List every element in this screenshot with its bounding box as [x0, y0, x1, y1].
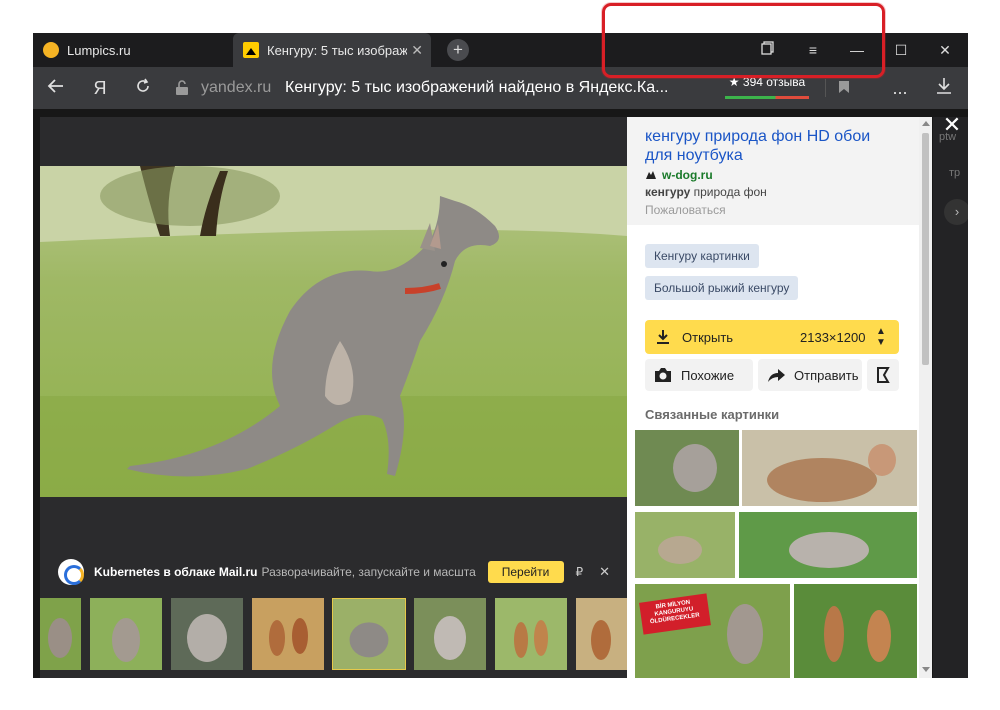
- scroll-down-arrow-icon[interactable]: [922, 667, 930, 672]
- panel-scrollbar[interactable]: [919, 117, 932, 678]
- maximize-button[interactable]: ☐: [889, 39, 913, 61]
- share-label: Отправить: [794, 368, 859, 383]
- related-images-grid: BİR MİLYON KANGURUYU ÖLDÜRECEKLER: [635, 430, 919, 678]
- download-icon[interactable]: [932, 77, 956, 99]
- result-source-domain: w-dog.ru: [662, 168, 713, 182]
- background-page-edge: ptw тр ›: [933, 117, 968, 678]
- related-image[interactable]: [742, 430, 917, 506]
- size-caret-icon[interactable]: ▲ ▼: [876, 326, 886, 348]
- related-image[interactable]: [739, 512, 917, 578]
- thumbnail[interactable]: [171, 598, 243, 670]
- reviews-badge[interactable]: ★ 394 отзыва: [725, 75, 809, 99]
- ad-currency: ₽: [575, 565, 584, 579]
- similar-images-button[interactable]: Похожие: [645, 359, 753, 391]
- reviews-text: ★ 394 отзыва: [728, 75, 806, 89]
- report-link[interactable]: Пожаловаться: [645, 203, 726, 217]
- page-content: Kubernetes в облаке Mail.ru Разворачивай…: [33, 109, 968, 678]
- tag-kangaroo-pictures[interactable]: Кенгуру картинки: [645, 244, 759, 268]
- thumbnail[interactable]: [576, 598, 627, 670]
- ad-title[interactable]: Kubernetes в облаке Mail.ru: [94, 565, 258, 579]
- related-image[interactable]: [794, 584, 917, 678]
- new-tab-button[interactable]: +: [447, 39, 469, 61]
- tab-lumpics[interactable]: Lumpics.ru: [33, 33, 233, 67]
- thumbnail[interactable]: [252, 598, 324, 670]
- snippet-bold: кенгуру: [645, 185, 691, 199]
- collection-bookmark-icon: [877, 367, 890, 383]
- result-source-link[interactable]: w-dog.ru: [645, 168, 713, 182]
- thumbnail[interactable]: [90, 598, 162, 670]
- browser-window: Lumpics.ru Кенгуру: 5 тыс изображ ✕ + ≡ …: [33, 33, 968, 678]
- kangaroo-main-image[interactable]: [40, 166, 627, 497]
- thumbnail[interactable]: [495, 598, 567, 670]
- source-result: кенгуру природа фон HD обои для ноутбука…: [627, 117, 919, 225]
- tab-yandex-images[interactable]: Кенгуру: 5 тыс изображ ✕: [233, 33, 431, 67]
- related-image[interactable]: [635, 430, 739, 506]
- thumbnail[interactable]: [414, 598, 486, 670]
- tab-strip: Lumpics.ru Кенгуру: 5 тыс изображ ✕ + ≡ …: [33, 33, 968, 67]
- thumbnail[interactable]: [40, 598, 81, 670]
- minimize-button[interactable]: —: [845, 39, 869, 61]
- similar-label: Похожие: [681, 368, 735, 383]
- yandex-button[interactable]: Я: [88, 77, 112, 99]
- images-favicon-icon: [243, 42, 259, 58]
- chevron-right-icon[interactable]: ›: [944, 199, 968, 225]
- lock-icon[interactable]: [175, 80, 189, 96]
- address-bar: Я yandex.ru Кенгуру: 5 тыс изображений н…: [33, 67, 968, 109]
- tab-title: Lumpics.ru: [67, 42, 131, 58]
- share-button[interactable]: Отправить: [758, 359, 862, 391]
- bookmark-icon[interactable]: [832, 77, 856, 99]
- ad-banner: Kubernetes в облаке Mail.ru Разворачивай…: [58, 557, 618, 587]
- close-viewer-icon[interactable]: ✕: [941, 114, 963, 136]
- related-image-banner[interactable]: [635, 584, 790, 678]
- behind-text: тр: [949, 167, 961, 179]
- tab-close-icon[interactable]: ✕: [411, 42, 423, 58]
- ad-close-button[interactable]: ✕: [599, 564, 610, 580]
- ad-text: Разворачивайте, запускайте и масштабируй…: [261, 565, 476, 579]
- image-size: 2133×1200: [800, 330, 866, 345]
- ad-go-button[interactable]: Перейти: [487, 561, 564, 583]
- image-viewer: Kubernetes в облаке Mail.ru Разворачивай…: [40, 117, 627, 678]
- camera-icon: [655, 368, 671, 382]
- result-title-link[interactable]: кенгуру природа фон HD обои для ноутбука: [645, 127, 895, 165]
- open-label: Открыть: [682, 330, 734, 345]
- related-image[interactable]: [635, 512, 735, 578]
- image-info-panel: кенгуру природа фон HD обои для ноутбука…: [627, 117, 932, 678]
- address-page-title[interactable]: Кенгуру: 5 тыс изображений найдено в Янд…: [285, 79, 675, 97]
- tag-red-kangaroo[interactable]: Большой рыжий кенгуру: [645, 276, 799, 300]
- tab-title: Кенгуру: 5 тыс изображ: [267, 42, 407, 58]
- more-button[interactable]: ...: [888, 77, 912, 99]
- snippet-text: природа фон: [690, 185, 767, 199]
- download-icon: [657, 330, 669, 344]
- scroll-up-arrow-icon[interactable]: [922, 121, 930, 126]
- menu-button[interactable]: ≡: [801, 39, 825, 61]
- scrollbar-thumb[interactable]: [922, 133, 929, 365]
- open-image-button[interactable]: Открыть 2133×1200 ▲ ▼: [645, 320, 899, 354]
- close-window-button[interactable]: ✕: [933, 39, 957, 61]
- divider: [825, 79, 826, 97]
- collections-icon[interactable]: [756, 39, 780, 61]
- share-arrow-icon: [768, 369, 785, 382]
- related-images-title: Связанные картинки: [645, 407, 780, 422]
- rating-bar: [725, 96, 809, 99]
- collections-button[interactable]: [867, 359, 899, 391]
- mailru-cloud-logo-icon: [58, 559, 84, 585]
- thumbnail-selected[interactable]: [332, 598, 406, 670]
- reload-icon[interactable]: [131, 77, 155, 99]
- thumbnail-strip: [40, 598, 627, 672]
- result-snippet: кенгуру природа фон: [645, 185, 767, 199]
- source-favicon-icon: [646, 171, 656, 179]
- back-arrow-icon[interactable]: [44, 77, 68, 99]
- domain-text[interactable]: yandex.ru: [201, 79, 271, 97]
- lumpics-favicon-icon: [43, 42, 59, 58]
